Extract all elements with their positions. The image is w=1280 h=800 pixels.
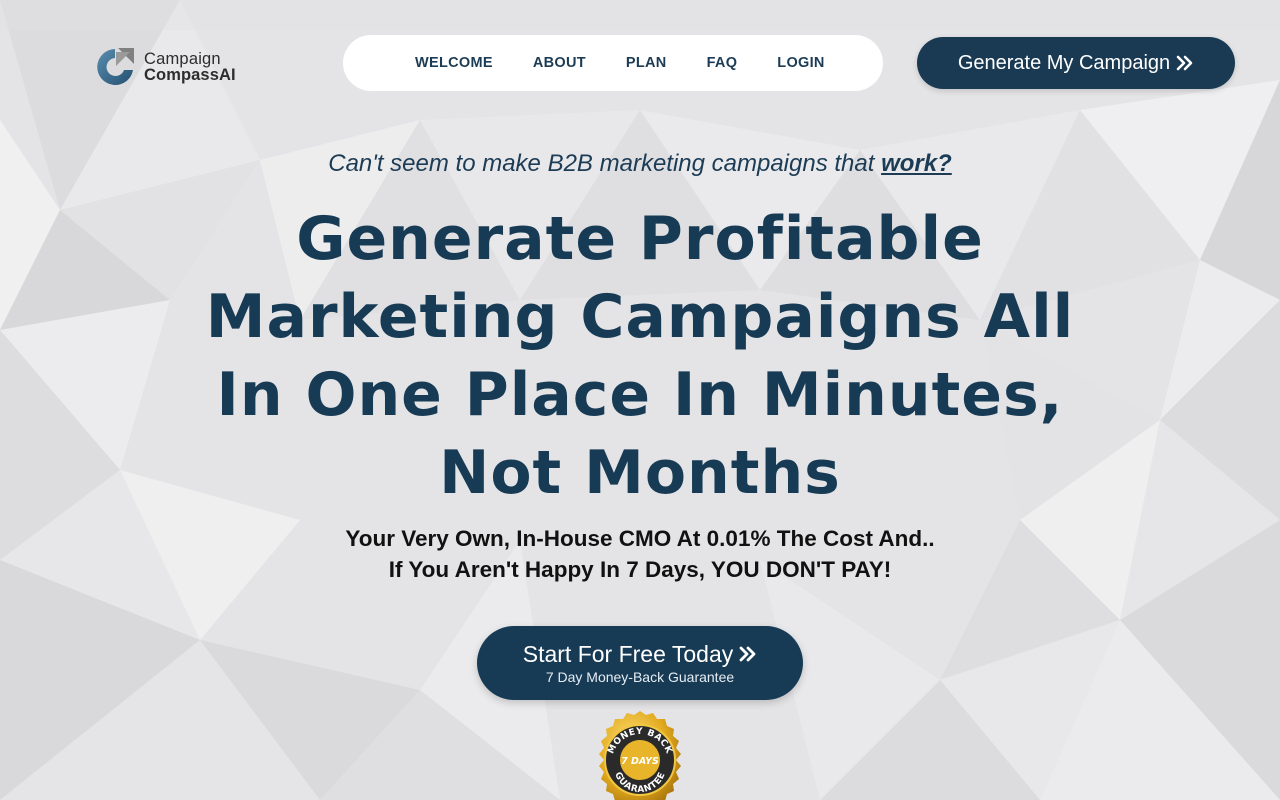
landing-page: Campaign CompassAI WELCOME ABOUT PLAN FA… <box>0 0 1280 800</box>
start-free-button[interactable]: Start For Free Today 7 Day Money-Back Gu… <box>477 626 803 700</box>
nav-item-faq[interactable]: FAQ <box>707 55 738 71</box>
brand-name-line1: Campaign <box>144 50 221 68</box>
main-nav: WELCOME ABOUT PLAN FAQ LOGIN <box>343 35 883 91</box>
brand-logo[interactable]: Campaign CompassAI <box>94 46 236 88</box>
badge-center-text: 7 DAYS <box>621 756 659 767</box>
tagline-text: Can't seem to make B2B marketing campaig… <box>328 150 882 177</box>
hero-tagline: Can't seem to make B2B marketing campaig… <box>0 150 1280 178</box>
double-chevron-right-icon <box>1176 55 1193 71</box>
nav-item-login[interactable]: LOGIN <box>777 55 824 71</box>
start-free-title: Start For Free Today <box>523 641 758 667</box>
money-back-seal-icon: MONEY BACK GUARANTEE 7 DAYS <box>599 711 681 800</box>
tagline-emphasis: work? <box>881 150 952 177</box>
compass-logo-icon <box>97 48 134 85</box>
hero-subhead: Your Very Own, In-House CMO At 0.01% The… <box>0 523 1280 585</box>
nav-item-plan[interactable]: PLAN <box>626 55 667 71</box>
brand-name: Campaign CompassAI <box>144 50 236 84</box>
double-chevron-right-icon <box>739 646 756 662</box>
start-free-sublabel: 7 Day Money-Back Guarantee <box>545 669 735 685</box>
subhead-line-2: If You Aren't Happy In 7 Days, YOU DON'T… <box>388 557 892 582</box>
generate-campaign-button[interactable]: Generate My Campaign <box>917 37 1235 89</box>
nav-item-about[interactable]: ABOUT <box>533 55 586 71</box>
start-free-label: Start For Free Today <box>522 641 734 667</box>
hero-headline: Generate Profitable Marketing Campaigns … <box>205 204 1075 508</box>
generate-campaign-label: Generate My Campaign <box>957 51 1171 74</box>
subhead-line-1: Your Very Own, In-House CMO At 0.01% The… <box>345 526 935 551</box>
brand-name-line2: CompassAI <box>144 66 236 84</box>
nav-item-welcome[interactable]: WELCOME <box>415 55 493 71</box>
